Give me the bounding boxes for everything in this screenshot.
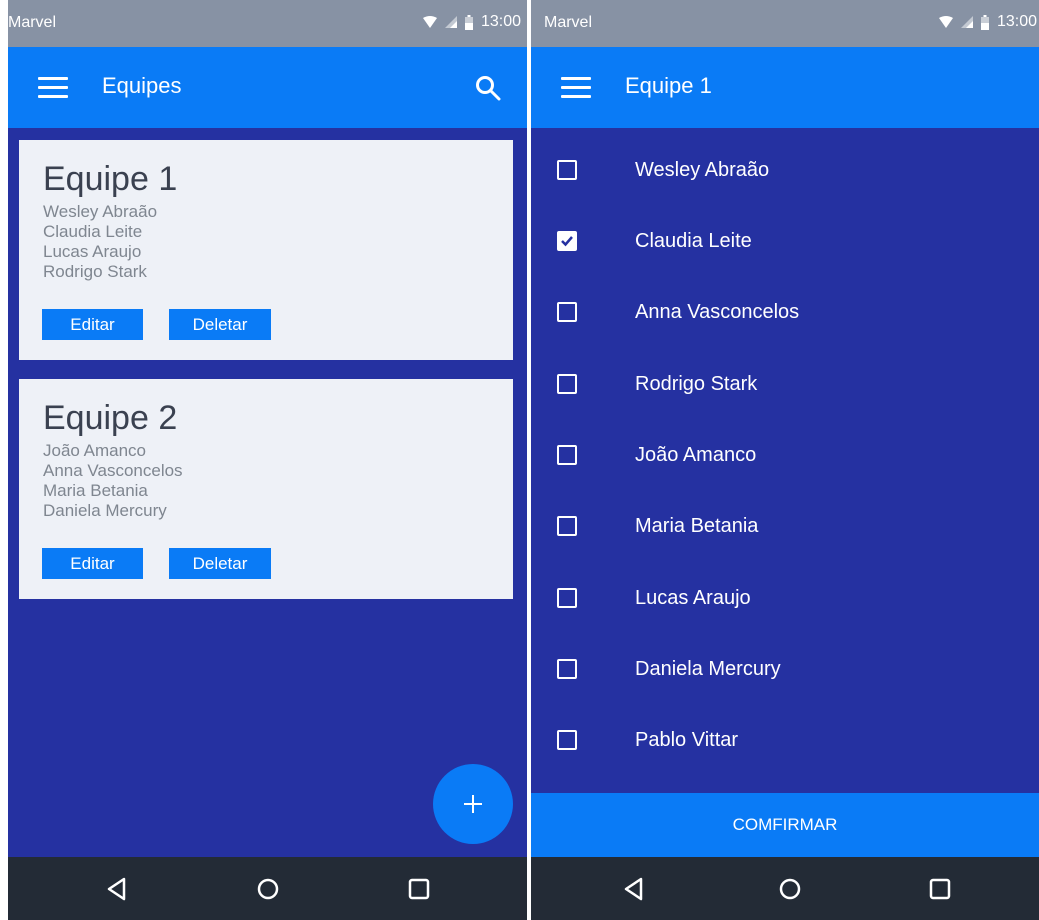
team-members: Wesley Abraão Claudia Leite Lucas Araujo… <box>43 202 157 282</box>
teams-screen: Marvel 13:00 Equipes Equipe 1 Wesley Abr… <box>8 0 527 920</box>
member-row[interactable]: Claudia Leite <box>531 207 1039 279</box>
add-team-button[interactable] <box>433 764 513 844</box>
team-card: Equipe 2 João Amanco Anna Vasconcelos Ma… <box>19 379 513 599</box>
back-icon[interactable] <box>102 874 132 904</box>
confirm-button[interactable]: COMFIRMAR <box>531 793 1039 857</box>
wifi-icon <box>422 16 437 28</box>
back-icon[interactable] <box>619 874 649 904</box>
status-time: 13:00 <box>996 13 1037 30</box>
edit-button[interactable]: Editar <box>42 548 143 579</box>
member-name: João Amanco <box>635 444 757 466</box>
team-members: João Amanco Anna Vasconcelos Maria Betan… <box>43 441 183 521</box>
edit-button[interactable]: Editar <box>42 309 143 340</box>
member-row[interactable]: Rodrigo Stark <box>531 350 1039 422</box>
member-name: Lucas Araujo <box>635 587 751 609</box>
member-checklist: Wesley Abraão Claudia Leite Anna Vasconc… <box>531 128 1039 857</box>
status-time: 13:00 <box>480 13 521 30</box>
checkbox[interactable] <box>557 588 577 608</box>
member-row[interactable]: Maria Betania <box>531 492 1039 564</box>
member-row[interactable]: Pablo Vittar <box>531 706 1039 778</box>
home-icon[interactable] <box>775 874 805 904</box>
member-row[interactable]: Daniela Mercury <box>531 635 1039 707</box>
team-member: Anna Vasconcelos <box>43 461 183 480</box>
status-bar: Marvel 13:00 <box>8 0 527 47</box>
checkbox[interactable] <box>557 516 577 536</box>
check-icon <box>561 236 573 247</box>
carrier-name: Marvel <box>544 14 593 31</box>
delete-button[interactable]: Deletar <box>169 548 271 579</box>
signal-icon <box>960 16 973 28</box>
battery-icon <box>464 14 473 30</box>
member-name: Pablo Vittar <box>635 729 739 751</box>
checkbox[interactable] <box>557 659 577 679</box>
wifi-icon <box>938 16 953 28</box>
page-title: Equipes <box>102 73 182 98</box>
checkbox[interactable] <box>557 302 577 322</box>
search-icon[interactable] <box>475 75 501 101</box>
navigation-bar <box>531 857 1039 920</box>
app-bar: Equipes <box>8 47 527 128</box>
checkbox[interactable] <box>557 445 577 465</box>
member-row[interactable]: Anna Vasconcelos <box>531 278 1039 350</box>
team-member: Maria Betania <box>43 481 148 500</box>
navigation-bar <box>8 857 527 920</box>
team-member: João Amanco <box>43 441 147 460</box>
member-name: Anna Vasconcelos <box>635 301 800 323</box>
team-member: Lucas Araujo <box>43 242 142 261</box>
team-member: Daniela Mercury <box>43 501 167 520</box>
checkbox[interactable] <box>557 730 577 750</box>
member-row[interactable]: João Amanco <box>531 421 1039 493</box>
checkbox[interactable] <box>557 160 577 180</box>
recents-icon[interactable] <box>925 874 955 904</box>
team-name: Equipe 1 <box>43 160 178 198</box>
member-name: Maria Betania <box>635 515 759 537</box>
page-title: Equipe 1 <box>625 73 712 98</box>
team-edit-screen: Marvel 13:00 Equipe 1 Wesley Abraão Clau… <box>531 0 1039 920</box>
member-name: Daniela Mercury <box>635 658 781 680</box>
menu-icon[interactable] <box>38 77 68 99</box>
recents-icon[interactable] <box>404 874 434 904</box>
team-card: Equipe 1 Wesley Abraão Claudia Leite Luc… <box>19 140 513 360</box>
checkbox[interactable] <box>557 374 577 394</box>
member-row[interactable]: Wesley Abraão <box>531 136 1039 208</box>
team-member: Rodrigo Stark <box>43 262 147 281</box>
team-name: Equipe 2 <box>43 399 178 437</box>
team-member: Claudia Leite <box>43 222 143 241</box>
delete-button[interactable]: Deletar <box>169 309 271 340</box>
menu-icon[interactable] <box>561 77 591 99</box>
battery-icon <box>980 14 989 30</box>
home-icon[interactable] <box>253 874 283 904</box>
status-bar: Marvel 13:00 <box>531 0 1039 47</box>
carrier-name: Marvel <box>8 14 57 31</box>
signal-icon <box>444 16 457 28</box>
member-name: Rodrigo Stark <box>635 373 758 395</box>
member-name: Claudia Leite <box>635 230 752 252</box>
app-bar: Equipe 1 <box>531 47 1039 128</box>
member-name: Wesley Abraão <box>635 159 770 181</box>
team-member: Wesley Abraão <box>43 202 158 221</box>
checkbox-checked[interactable] <box>557 231 577 251</box>
team-list: Equipe 1 Wesley Abraão Claudia Leite Luc… <box>8 128 527 857</box>
member-row[interactable]: Lucas Araujo <box>531 564 1039 636</box>
